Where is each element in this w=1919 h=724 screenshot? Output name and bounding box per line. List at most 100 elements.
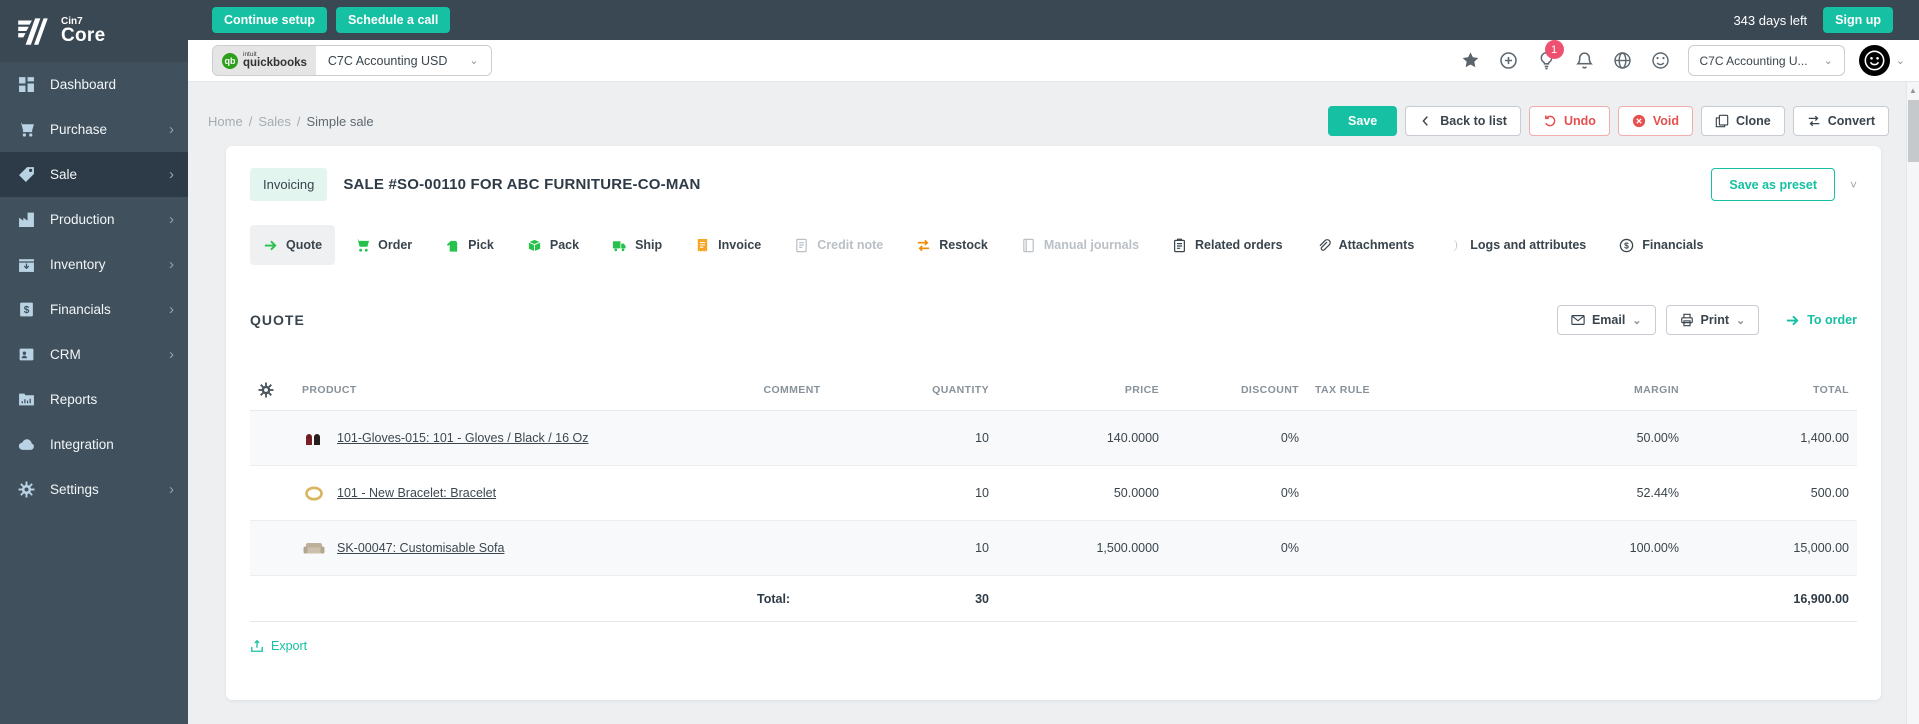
org-select[interactable]: C7C Accounting U... ⌄ xyxy=(1687,45,1845,76)
print-button[interactable]: Print ⌄ xyxy=(1665,305,1760,335)
scroll-up-arrow-icon[interactable]: ▲ xyxy=(1907,82,1919,95)
chevron-right-icon: › xyxy=(169,166,174,183)
quickbooks-account-select[interactable]: qb intuit quickbooks C7C Accounting USD … xyxy=(212,45,492,76)
sidebar-item-production[interactable]: Production › xyxy=(0,197,188,242)
continue-setup-button[interactable]: Continue setup xyxy=(212,7,327,33)
tab-restock[interactable]: Restock xyxy=(903,225,1001,265)
action-buttons: Save Back to list Undo Void Clone Conver… xyxy=(1328,106,1889,136)
sidebar-item-financials[interactable]: $ Financials › xyxy=(0,287,188,332)
chevron-left-icon xyxy=(1422,116,1429,126)
cell-quantity: 10 xyxy=(975,541,989,555)
cell-price: 50.0000 xyxy=(1113,486,1159,500)
pick-hand-icon xyxy=(447,240,458,252)
sidebar-item-inventory[interactable]: Inventory › xyxy=(0,242,188,287)
user-menu-chevron-icon[interactable]: ⌄ xyxy=(1896,54,1905,67)
chevron-right-icon: › xyxy=(169,481,174,498)
void-button[interactable]: Void xyxy=(1617,106,1694,136)
main-area: Continue setup Schedule a call 343 days … xyxy=(188,0,1919,724)
column-header-comment: COMMENT xyxy=(763,383,821,396)
breadcrumb-home[interactable]: Home xyxy=(208,114,243,129)
user-avatar[interactable] xyxy=(1858,45,1890,76)
notification-count-badge: 1 xyxy=(1544,40,1564,59)
product-link[interactable]: SK-00047: Customisable Sofa xyxy=(337,541,504,555)
lightbulb-icon[interactable]: 1 xyxy=(1537,40,1564,70)
cell-total: 500.00 xyxy=(1810,486,1849,500)
export-link[interactable]: Export xyxy=(250,639,307,653)
crm-icon xyxy=(18,346,35,363)
cin7-core-logo[interactable]: Cin7 Core xyxy=(0,0,188,62)
dollar-circle-icon: $ xyxy=(1620,238,1634,252)
chevron-right-icon: › xyxy=(169,256,174,273)
to-order-link[interactable]: To order xyxy=(1785,313,1857,328)
email-button[interactable]: Email ⌄ xyxy=(1556,305,1656,335)
back-to-list-button[interactable]: Back to list xyxy=(1405,106,1521,136)
breadcrumb-current: Simple sale xyxy=(306,113,374,129)
product-link[interactable]: 101-Gloves-015: 101 - Gloves / Black / 1… xyxy=(337,431,589,445)
tab-pack[interactable]: Pack xyxy=(514,225,592,265)
tab-credit-note[interactable]: Credit note xyxy=(781,225,896,265)
save-button[interactable]: Save xyxy=(1328,106,1398,136)
quote-header-row: QUOTE Email ⌄ Print ⌄ To order xyxy=(250,305,1857,335)
chevron-right-icon: › xyxy=(169,121,174,138)
tab-order[interactable]: Order xyxy=(342,225,425,265)
sidebar-item-settings[interactable]: Settings › xyxy=(0,467,188,512)
paperclip-icon xyxy=(1319,238,1331,251)
tab-pick[interactable]: Pick xyxy=(432,225,507,265)
palette-icon[interactable] xyxy=(1651,51,1670,70)
column-header-quantity: QUANTITY xyxy=(932,383,989,396)
cell-total: 1,400.00 xyxy=(1800,431,1849,445)
total-label: Total: xyxy=(757,591,791,606)
page-title: SALE #SO-00110 FOR ABC FURNITURE-CO-MAN xyxy=(343,176,701,193)
add-circle-icon[interactable] xyxy=(1499,51,1518,70)
scrollbar-thumb[interactable] xyxy=(1908,100,1919,162)
clone-button[interactable]: Clone xyxy=(1701,106,1785,136)
column-header-discount: DISCOUNT xyxy=(1240,383,1299,396)
pack-box-icon xyxy=(528,239,541,251)
breadcrumb-sales[interactable]: Sales xyxy=(258,114,291,129)
vertical-scrollbar[interactable]: ▲ xyxy=(1906,82,1919,724)
collapse-chevron-icon[interactable]: ˅ xyxy=(1850,178,1857,192)
column-header-product: PRODUCT xyxy=(302,383,357,396)
cell-total: 15,000.00 xyxy=(1793,541,1849,555)
svg-text:$: $ xyxy=(1624,240,1629,250)
tab-ship[interactable]: Ship xyxy=(599,225,675,265)
column-settings-button[interactable] xyxy=(250,382,294,398)
cell-quantity: 10 xyxy=(975,431,989,445)
tab-financials[interactable]: $ Financials xyxy=(1606,225,1716,265)
tab-attachments[interactable]: Attachments xyxy=(1303,225,1428,265)
tab-logs-attributes[interactable]: Logs and attributes xyxy=(1434,225,1599,265)
sidebar-item-crm[interactable]: CRM › xyxy=(0,332,188,377)
bracelet-thumbnail xyxy=(302,485,326,502)
tab-manual-journals[interactable]: Manual journals xyxy=(1008,225,1152,265)
sidebar-item-purchase[interactable]: Purchase › xyxy=(0,107,188,152)
sidebar-item-dashboard[interactable]: Dashboard xyxy=(0,62,188,107)
sidebar-item-sale[interactable]: Sale › xyxy=(0,152,188,197)
page-content: Home Sales Simple sale Save Back to list… xyxy=(188,82,1919,724)
quickbooks-selected-account: C7C Accounting USD ⌄ xyxy=(315,46,491,75)
table-row: 101-Gloves-015: 101 - Gloves / Black / 1… xyxy=(250,411,1857,466)
status-badge: Invoicing xyxy=(250,168,328,201)
cell-quantity: 10 xyxy=(975,486,989,500)
bell-icon[interactable] xyxy=(1575,51,1594,70)
save-as-preset-button[interactable]: Save as preset xyxy=(1711,168,1835,201)
tab-related-orders[interactable]: Related orders xyxy=(1159,225,1296,265)
chevron-right-icon: › xyxy=(169,346,174,363)
product-link[interactable]: 101 - New Bracelet: Bracelet xyxy=(337,486,496,500)
sidebar-item-label: Sale xyxy=(50,167,78,182)
total-amount: 16,900.00 xyxy=(1793,591,1849,606)
cell-price: 1,500.0000 xyxy=(1096,541,1159,555)
globe-icon[interactable] xyxy=(1613,51,1632,70)
schedule-call-button[interactable]: Schedule a call xyxy=(335,7,451,33)
tab-invoice[interactable]: Invoice xyxy=(682,225,774,265)
sidebar-item-reports[interactable]: Reports xyxy=(0,377,188,422)
logo-text: Cin7 Core xyxy=(61,16,106,47)
convert-button[interactable]: Convert xyxy=(1792,106,1889,136)
undo-button[interactable]: Undo xyxy=(1528,106,1610,136)
tab-quote[interactable]: Quote xyxy=(250,225,336,265)
sidebar-item-label: Reports xyxy=(50,392,98,407)
star-icon[interactable] xyxy=(1461,51,1480,70)
sign-up-button[interactable]: Sign up xyxy=(1823,7,1893,33)
sidebar-item-integration[interactable]: Integration xyxy=(0,422,188,467)
sidebar-item-label: Inventory xyxy=(50,257,106,272)
reports-icon xyxy=(18,391,35,408)
